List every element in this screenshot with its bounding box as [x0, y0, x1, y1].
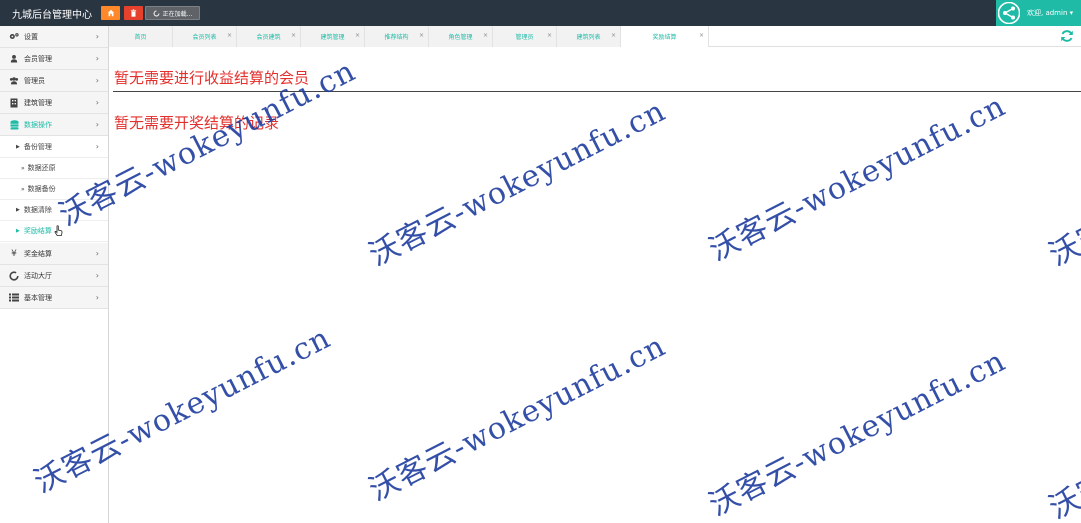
sidebar-item-admins[interactable]: 管理员 ›: [0, 70, 108, 92]
tab-label: 建筑管理: [320, 34, 345, 41]
bullet-icon: »: [21, 164, 25, 172]
sidebar-item-label: 活动大厅: [24, 271, 52, 280]
user-icon: [9, 54, 19, 64]
caret-right-icon: ▶: [16, 207, 20, 213]
tab-label: 角色管理: [448, 34, 473, 41]
submenu-data-clear[interactable]: ▶ 数据清除: [0, 200, 108, 221]
sidebar-item-data-ops[interactable]: 数据操作 ›: [0, 114, 108, 136]
trash-icon: [130, 9, 137, 17]
sidebar-item-buildings[interactable]: 建筑管理 ›: [0, 92, 108, 114]
sidebar-item-label: 基本管理: [24, 293, 52, 302]
bullet-icon: »: [21, 185, 25, 193]
chevron-down-icon: ›: [95, 120, 99, 129]
loading-label: 正在加载...: [162, 10, 193, 18]
tab-label: 奖励结算: [652, 34, 677, 41]
tab-reward-settlement[interactable]: 奖励结算 ×: [621, 26, 709, 47]
divider: [113, 91, 1081, 92]
database-icon: [9, 119, 19, 130]
loading-button[interactable]: 正在加载...: [145, 6, 200, 20]
gears-icon: [9, 32, 19, 42]
close-icon[interactable]: ×: [699, 32, 704, 39]
close-icon[interactable]: ×: [547, 32, 552, 39]
sidebar-item-label: 设置: [24, 32, 38, 41]
users-icon: [9, 76, 19, 86]
chevron-right-icon: ›: [95, 32, 99, 41]
tab-label: 会员列表: [192, 34, 217, 41]
close-icon[interactable]: ×: [419, 32, 424, 39]
close-icon[interactable]: ×: [483, 32, 488, 39]
tab-role-management[interactable]: 角色管理 ×: [429, 26, 493, 47]
submenu-data-backup[interactable]: » 数据备份: [0, 179, 108, 200]
main-content: 暂无需要进行收益结算的会员 暂无需要开奖结算的记录: [109, 47, 1081, 523]
app-window: 九城后台管理中心 正在加载... 欢迎, admin ▾ 设置 › 会员管理 ›…: [0, 0, 1081, 523]
sidebar-item-basic-management[interactable]: 基本管理 ›: [0, 287, 108, 309]
close-icon[interactable]: ×: [355, 32, 360, 39]
sidebar-item-members[interactable]: 会员管理 ›: [0, 48, 108, 70]
spinner-icon: [153, 10, 160, 16]
chevron-right-icon: ›: [95, 54, 99, 63]
chevron-right-icon: ›: [95, 98, 99, 107]
close-icon[interactable]: ×: [227, 32, 232, 39]
submenu-reward-settlement[interactable]: ▶ 奖励结算: [0, 221, 108, 242]
submenu-label: 奖励结算: [23, 227, 52, 235]
tab-label: 会员建筑: [256, 34, 281, 41]
caret-right-icon: ▶: [16, 144, 20, 150]
submenu-backup-management[interactable]: ▶ 备份管理 ›: [0, 137, 108, 158]
tab-admins[interactable]: 管理员 ×: [493, 26, 557, 47]
chevron-right-icon: ›: [95, 249, 99, 258]
chevron-right-icon: ›: [95, 293, 99, 302]
chevron-right-icon: ›: [95, 271, 99, 280]
tab-label: 管理员: [515, 34, 534, 41]
brand-title: 九城后台管理中心: [12, 10, 92, 21]
no-lottery-settlement-message: 暂无需要开奖结算的记录: [114, 114, 280, 132]
sidebar-item-label: 奖金结算: [24, 249, 52, 258]
submenu-label: 数据还原: [27, 164, 56, 172]
submenu-label: 备份管理: [23, 143, 52, 151]
close-icon[interactable]: ×: [291, 32, 296, 39]
circle-icon: [9, 270, 19, 281]
home-icon: [107, 9, 114, 17]
tab-label: 首页: [134, 34, 147, 41]
sidebar-item-label: 管理员: [24, 76, 45, 85]
chevron-right-icon: ›: [95, 142, 99, 151]
sidebar-item-label: 建筑管理: [24, 98, 52, 107]
share-icon: [998, 2, 1020, 24]
tab-member-list[interactable]: 会员列表 ×: [173, 26, 237, 47]
sidebar-item-bonus-settlement[interactable]: ¥ 奖金结算 ›: [0, 243, 108, 265]
tab-member-buildings[interactable]: 会员建筑 ×: [237, 26, 301, 47]
sidebar-item-settings[interactable]: 设置 ›: [0, 26, 108, 48]
tab-bar: 首页 会员列表 × 会员建筑 × 建筑管理 × 推荐结构 × 角色管理 × 管理…: [109, 26, 1081, 47]
submenu-label: 数据备份: [27, 185, 56, 193]
hand-cursor-icon: [54, 225, 63, 236]
tab-building-list[interactable]: 建筑列表 ×: [557, 26, 621, 47]
refresh-icon[interactable]: [1060, 29, 1074, 43]
no-income-settlement-message: 暂无需要进行收益结算的会员: [114, 69, 310, 87]
caret-right-icon: ▶: [16, 228, 20, 234]
sidebar-item-label: 数据操作: [24, 120, 52, 129]
submenu-data-restore[interactable]: » 数据还原: [0, 158, 108, 179]
tab-label: 推荐结构: [384, 34, 409, 41]
chevron-right-icon: ›: [95, 76, 99, 85]
top-navbar: 九城后台管理中心 正在加载... 欢迎, admin ▾: [0, 0, 1081, 26]
tab-label: 建筑列表: [576, 34, 601, 41]
trash-button[interactable]: [124, 6, 143, 20]
tab-building-management[interactable]: 建筑管理 ×: [301, 26, 365, 47]
building-icon: [9, 98, 19, 108]
submenu-label: 数据清除: [23, 206, 52, 214]
tab-home[interactable]: 首页: [109, 26, 173, 47]
tab-referral-structure[interactable]: 推荐结构 ×: [365, 26, 429, 47]
welcome-label: 欢迎, admin ▾: [1027, 9, 1074, 17]
user-menu[interactable]: 欢迎, admin ▾: [996, 0, 1081, 26]
sidebar: 设置 › 会员管理 › 管理员 › 建筑管理 › 数据操作 › ▶ 备份管理 ›…: [0, 26, 109, 523]
close-icon[interactable]: ×: [611, 32, 616, 39]
yen-icon: ¥: [11, 248, 17, 259]
home-button[interactable]: [101, 6, 120, 20]
list-icon: [9, 293, 19, 303]
sidebar-item-label: 会员管理: [24, 54, 52, 63]
sidebar-item-activity-hall[interactable]: 活动大厅 ›: [0, 265, 108, 287]
